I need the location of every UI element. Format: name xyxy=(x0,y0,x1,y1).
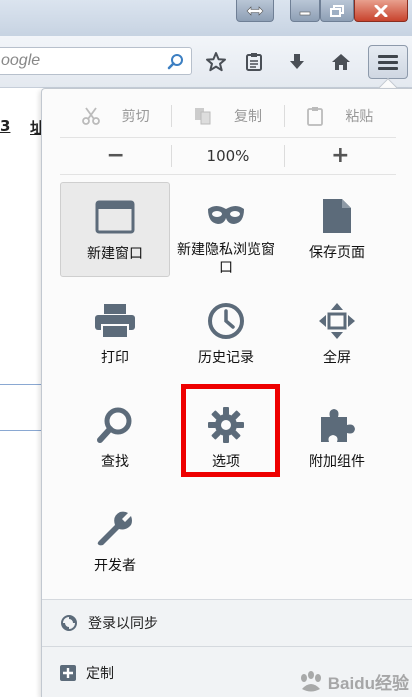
fullscreen-item[interactable]: 全屏 xyxy=(282,287,392,382)
page-divider xyxy=(0,384,44,385)
clock-icon xyxy=(204,299,248,343)
private-window-label: 新建隐私浏览窗口 xyxy=(177,242,275,276)
private-mask-icon xyxy=(204,194,248,235)
double-arrow-icon xyxy=(246,5,264,16)
save-page-icon xyxy=(315,194,359,238)
cut-label: 剪切 xyxy=(121,109,150,125)
save-page-item[interactable]: 保存页面 xyxy=(282,182,392,277)
addons-item[interactable]: 附加组件 xyxy=(282,391,392,486)
clipboard-icon xyxy=(307,107,324,126)
search-icon[interactable] xyxy=(167,53,185,71)
page-link[interactable]: 3 xyxy=(0,117,10,135)
close-icon xyxy=(374,4,388,17)
watermark-text: Baidu经验 xyxy=(327,674,409,693)
copy-button[interactable]: 复制 xyxy=(172,106,283,126)
minimize-button[interactable] xyxy=(290,0,320,22)
paw-logo-icon xyxy=(300,670,321,691)
page-divider xyxy=(0,430,44,431)
open-menu-button[interactable] xyxy=(368,45,408,79)
search-input[interactable] xyxy=(1,52,161,70)
close-window-button[interactable] xyxy=(354,0,408,22)
new-window-item[interactable]: 新建窗口 xyxy=(60,182,170,277)
zoom-reset-button[interactable]: 100% xyxy=(172,147,283,165)
find-item[interactable]: 查找 xyxy=(60,391,170,486)
customize-label: 定制 xyxy=(86,665,114,682)
zoom-in-button[interactable]: + xyxy=(285,145,396,167)
print-item[interactable]: 打印 xyxy=(60,287,170,382)
magnifier-icon xyxy=(93,403,137,447)
history-item[interactable]: 历史记录 xyxy=(171,287,281,382)
search-box xyxy=(0,47,192,75)
baidu-watermark: Baidu经验 xyxy=(298,669,409,694)
options-highlight-box xyxy=(181,384,280,477)
wrench-icon xyxy=(93,507,137,551)
firefox-menu-panel: 剪切 复制 粘贴 − 100% + 新建窗口 新建隐私浏览窗口 保存页面 打印 … xyxy=(41,88,412,697)
maximize-icon xyxy=(330,4,344,17)
plus-square-icon xyxy=(60,664,76,681)
browser-toolbar xyxy=(0,36,412,88)
customize-button[interactable]: 定制 Baidu经验 xyxy=(42,647,412,697)
minimize-icon xyxy=(299,11,311,15)
edit-controls: 剪切 复制 粘贴 xyxy=(60,99,396,133)
zoom-controls: − 100% + xyxy=(60,141,396,171)
maximize-button[interactable] xyxy=(320,0,354,22)
new-window-icon xyxy=(93,195,137,239)
puzzle-piece-icon xyxy=(315,403,359,447)
copy-label: 复制 xyxy=(233,109,262,125)
copy-icon xyxy=(194,108,211,125)
zoom-out-button[interactable]: − xyxy=(60,145,171,167)
separator xyxy=(60,137,396,138)
developer-label: 开发者 xyxy=(94,558,136,574)
restore-window-button[interactable] xyxy=(236,0,274,22)
sync-signin-button[interactable]: 登录以同步 xyxy=(42,600,412,646)
print-label: 打印 xyxy=(101,350,129,366)
reading-list-icon[interactable] xyxy=(240,48,268,76)
sync-icon xyxy=(61,615,77,631)
find-label: 查找 xyxy=(101,454,129,470)
fullscreen-label: 全屏 xyxy=(323,350,351,366)
history-label: 历史记录 xyxy=(198,350,254,366)
new-window-label: 新建窗口 xyxy=(87,246,143,262)
addons-label: 附加组件 xyxy=(309,454,365,470)
save-page-label: 保存页面 xyxy=(309,245,365,261)
download-arrow-icon[interactable] xyxy=(283,48,311,76)
developer-item[interactable]: 开发者 xyxy=(60,495,170,590)
paste-button[interactable]: 粘贴 xyxy=(285,106,396,126)
private-window-item[interactable]: 新建隐私浏览窗口 xyxy=(171,182,281,277)
separator xyxy=(60,174,396,175)
paste-label: 粘贴 xyxy=(345,109,374,125)
printer-icon xyxy=(93,299,137,343)
fullscreen-icon xyxy=(315,299,359,343)
sync-label: 登录以同步 xyxy=(88,616,158,632)
window-title-bar xyxy=(0,0,412,36)
cut-button[interactable]: 剪切 xyxy=(60,106,171,126)
bookmark-star-icon[interactable] xyxy=(202,48,230,76)
scissors-icon xyxy=(81,107,100,125)
home-icon[interactable] xyxy=(327,48,355,76)
hamburger-menu-icon xyxy=(378,55,398,70)
